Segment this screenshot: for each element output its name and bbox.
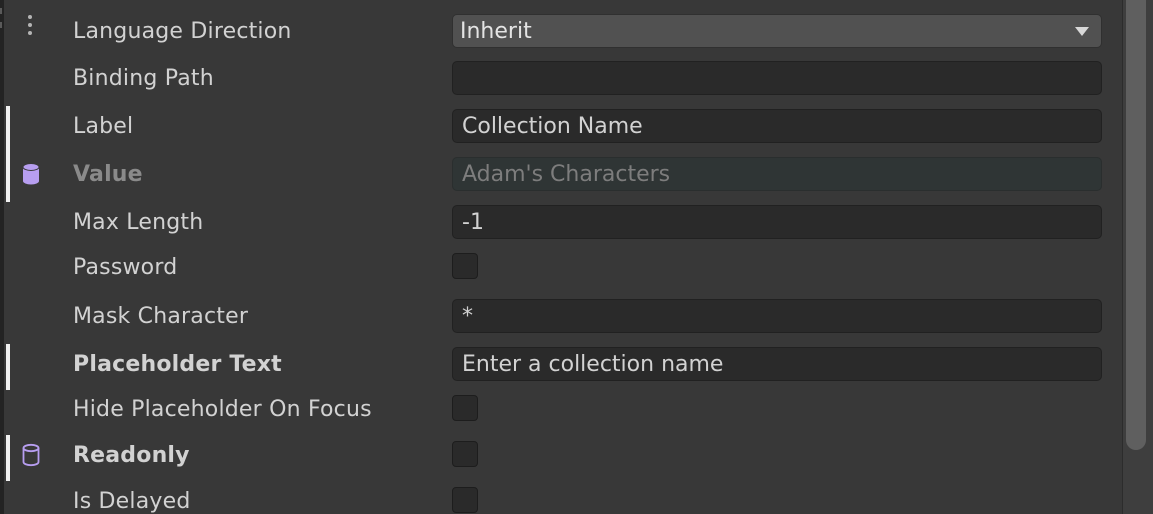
row-binding-path: Binding Path [0,58,1120,98]
is-delayed-label: Is Delayed [73,488,191,514]
value-label: Value [73,161,143,187]
scrollbar-thumb[interactable] [1126,0,1146,450]
dropdown-arrow-icon [1075,27,1089,36]
row-readonly: Readonly [0,435,1120,481]
row-value: Value Adam's Characters [0,154,1120,202]
value-input: Adam's Characters [452,157,1102,191]
language-direction-dropdown[interactable]: Inherit [452,14,1102,48]
binding-path-input[interactable] [452,61,1102,95]
override-indicator [6,435,10,481]
label-label: Label [73,113,134,139]
row-max-length: Max Length -1 [0,202,1120,242]
placeholder-text-label: Placeholder Text [73,351,282,377]
override-indicator [6,344,10,390]
row-password: Password [0,247,1120,287]
readonly-checkbox[interactable] [452,441,478,467]
database-binding-icon[interactable] [20,162,42,186]
mask-character-label: Mask Character [73,303,249,329]
password-checkbox[interactable] [452,253,478,279]
row-label: Label Collection Name [0,106,1120,154]
max-length-label: Max Length [73,209,204,235]
hide-placeholder-on-focus-label: Hide Placeholder On Focus [73,396,372,422]
mask-character-input[interactable]: * [452,299,1102,333]
row-mask-character: Mask Character * [0,296,1120,336]
override-indicator [6,106,10,154]
row-hide-placeholder-on-focus: Hide Placeholder On Focus [0,389,1120,429]
label-input[interactable]: Collection Name [452,109,1102,143]
more-options-icon[interactable] [26,15,34,41]
placeholder-text-input[interactable]: Enter a collection name [452,347,1102,381]
database-outline-icon[interactable] [20,443,42,467]
language-direction-value: Inherit [460,18,532,44]
override-indicator [6,154,10,202]
language-direction-label: Language Direction [73,18,292,44]
readonly-label: Readonly [73,442,190,468]
password-label: Password [73,254,178,280]
is-delayed-checkbox[interactable] [452,487,478,513]
row-placeholder-text: Placeholder Text Enter a collection name [0,344,1120,390]
max-length-input[interactable]: -1 [452,205,1102,239]
hide-placeholder-on-focus-checkbox[interactable] [452,395,478,421]
row-language-direction: Language Direction Inherit [0,11,1120,51]
inspector-panel: Language Direction Inherit Binding Path … [0,0,1153,514]
binding-path-label: Binding Path [73,65,214,91]
row-is-delayed: Is Delayed [0,481,1120,514]
